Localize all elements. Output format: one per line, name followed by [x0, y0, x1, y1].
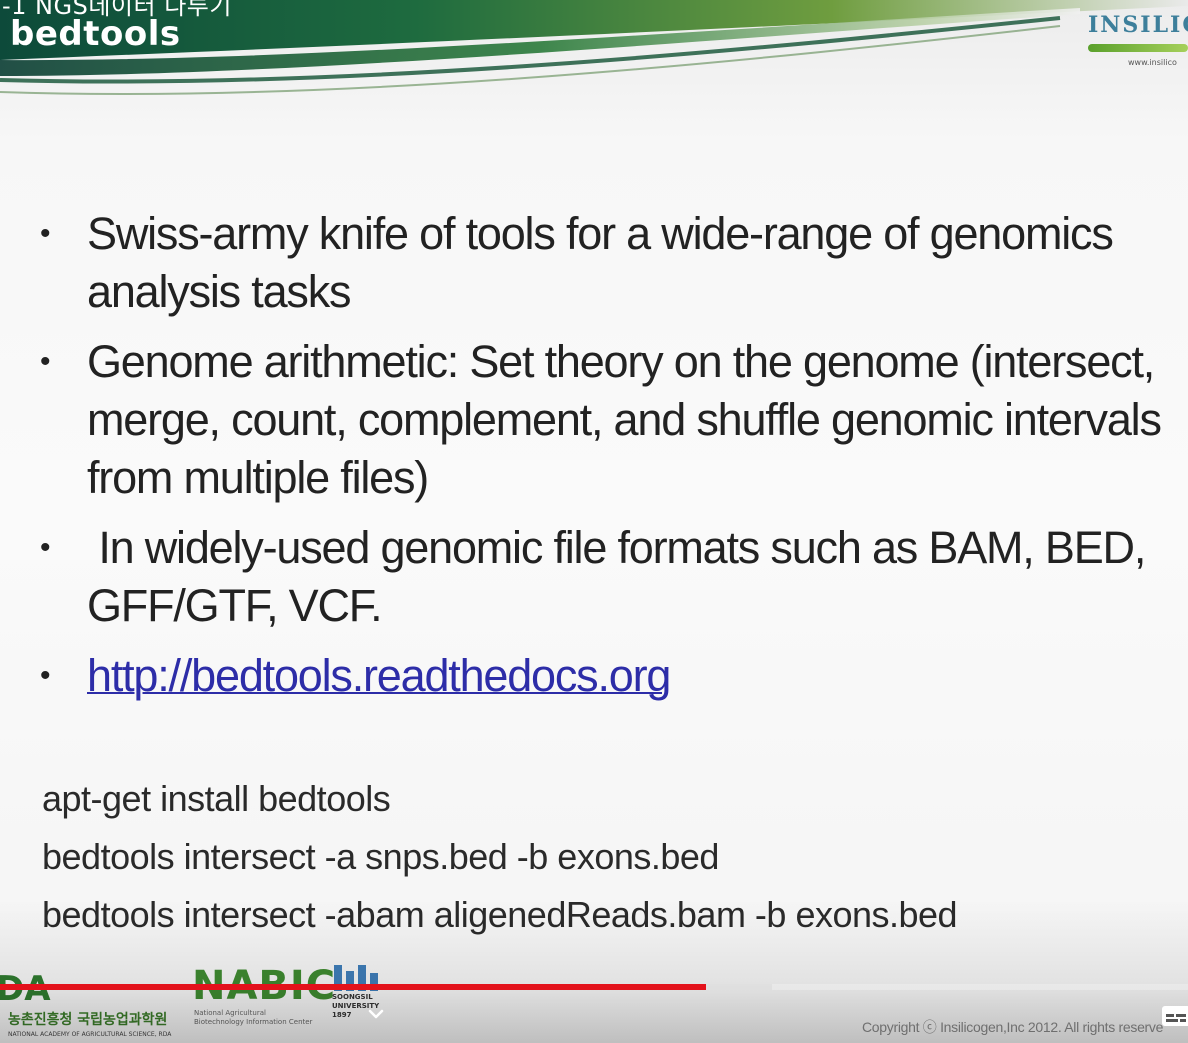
- rda-english-name: NATIONAL ACADEMY OF AGRICULTURAL SCIENCE…: [8, 1031, 172, 1038]
- progress-bar[interactable]: [0, 984, 1188, 990]
- soongsil-name: SOONGSIL: [332, 993, 373, 1001]
- slide-footer: DA 농촌진흥청 국립농업과학원 NATIONAL ACADEMY OF AGR…: [0, 955, 1188, 1043]
- bullet-text: Swiss-army knife of tools for a wide-ran…: [87, 208, 1114, 317]
- logo-wordmark: INSILICO: [1088, 12, 1188, 38]
- bullet-dot-icon: •: [40, 659, 51, 692]
- logo-url: www.insilico: [1128, 58, 1177, 67]
- command-block: apt-get install bedtools bedtools inters…: [42, 770, 958, 944]
- bullet-item: • In widely-used genomic file formats su…: [40, 519, 1170, 635]
- command-line: bedtools intersect -abam aligenedReads.b…: [42, 894, 958, 935]
- nabic-logo: NABIC National Agricultural Biotechnolog…: [192, 963, 336, 1027]
- chevron-down-icon[interactable]: [366, 1004, 386, 1024]
- bullet-dot-icon: •: [40, 345, 51, 378]
- bullet-item: • Genome arithmetic: Set theory on the g…: [40, 333, 1170, 507]
- insilicogen-logo: INSILICO www.insilico: [1088, 12, 1188, 67]
- bullet-dot-icon: •: [40, 217, 51, 250]
- video-frame[interactable]: -1 NGS데이터 다루기 bedtools INSILICO www.insi…: [0, 0, 1188, 1043]
- bullet-item: • http://bedtools.readthedocs.org: [40, 647, 1170, 705]
- bullet-list: • Swiss-army knife of tools for a wide-r…: [40, 205, 1170, 717]
- bullet-dot-icon: •: [40, 531, 51, 564]
- bedtools-docs-link[interactable]: http://bedtools.readthedocs.org: [87, 650, 671, 701]
- rda-logo: DA 농촌진흥청 국립농업과학원 NATIONAL ACADEMY OF AGR…: [0, 965, 176, 1038]
- bullet-text: Genome arithmetic: Set theory on the gen…: [87, 336, 1162, 503]
- bullet-item: • Swiss-army knife of tools for a wide-r…: [40, 205, 1170, 321]
- logo-bar: [1088, 44, 1188, 52]
- captions-icon[interactable]: [1160, 1003, 1188, 1029]
- bullet-text: In widely-used genomic file formats such…: [87, 522, 1157, 631]
- slide-title: bedtools: [10, 14, 181, 54]
- copyright-text: Copyright ⓒ Insilicogen,Inc 2012. All ri…: [862, 1019, 1164, 1035]
- nabic-sub: Biotechnology Information Center: [194, 1018, 313, 1026]
- command-line: bedtools intersect -a snps.bed -b exons.…: [42, 836, 719, 877]
- rda-korean-name: 농촌진흥청 국립농업과학원: [8, 1012, 168, 1028]
- nabic-sub: National Agricultural: [194, 1009, 266, 1017]
- progress-played: [0, 984, 706, 990]
- command-line: apt-get install bedtools: [42, 778, 391, 819]
